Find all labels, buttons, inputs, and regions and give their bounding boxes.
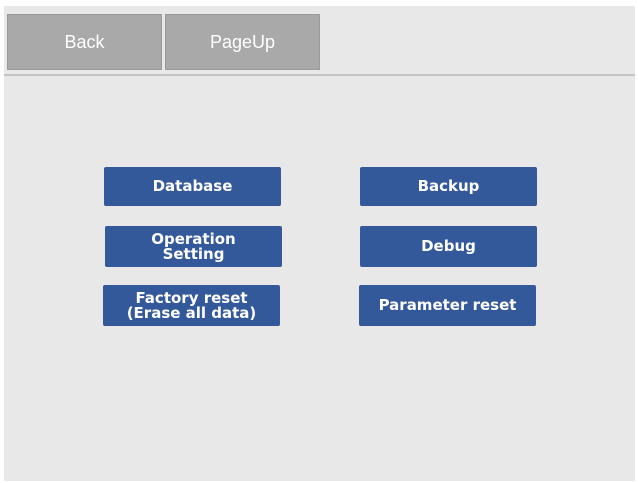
top-navigation-bar: Back PageUp bbox=[4, 6, 635, 76]
operation-setting-button[interactable]: Operation Setting bbox=[105, 226, 282, 267]
factory-reset-label-line2: (Erase all data) bbox=[126, 303, 257, 322]
back-button[interactable]: Back bbox=[7, 14, 162, 70]
backup-label: Backup bbox=[417, 177, 480, 195]
database-label: Database bbox=[152, 177, 233, 195]
backup-button[interactable]: Backup bbox=[360, 167, 537, 206]
operation-setting-label-line2: Setting bbox=[162, 244, 225, 263]
factory-reset-button[interactable]: Factory reset (Erase all data) bbox=[103, 285, 280, 326]
settings-screen: Back PageUp Database Backup Operation Se… bbox=[4, 6, 635, 481]
parameter-reset-button[interactable]: Parameter reset bbox=[359, 285, 536, 326]
debug-button[interactable]: Debug bbox=[360, 226, 537, 267]
debug-label: Debug bbox=[421, 237, 476, 255]
pageup-button[interactable]: PageUp bbox=[165, 14, 320, 70]
parameter-reset-label: Parameter reset bbox=[378, 296, 517, 314]
database-button[interactable]: Database bbox=[104, 167, 281, 206]
